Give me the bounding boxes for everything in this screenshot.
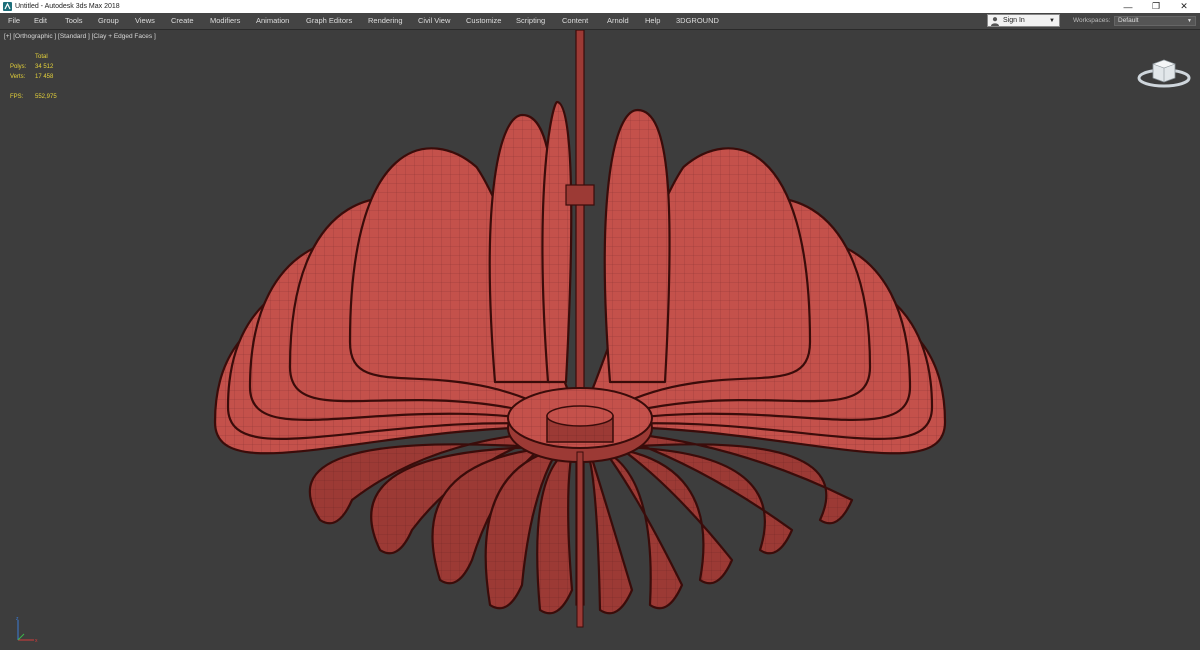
viewcube-icon[interactable] xyxy=(1136,54,1192,90)
minimize-button[interactable]: — xyxy=(1114,0,1142,13)
menu-views[interactable]: Views xyxy=(135,13,155,29)
hub-wireframe xyxy=(508,388,652,448)
restore-button[interactable]: ❐ xyxy=(1142,0,1170,13)
svg-text:z: z xyxy=(16,616,19,622)
workspaces-value: Default xyxy=(1118,17,1139,24)
sign-in-dropdown[interactable]: Sign In ▼ xyxy=(987,14,1060,27)
svg-text:x: x xyxy=(35,638,38,644)
window-title: Untitled - Autodesk 3ds Max 2018 xyxy=(15,3,120,10)
menu-customize[interactable]: Customize xyxy=(466,13,501,29)
menu-arnold[interactable]: Arnold xyxy=(607,13,629,29)
menu-civil-view[interactable]: Civil View xyxy=(418,13,450,29)
chevron-down-icon: ▼ xyxy=(1187,18,1192,24)
rod-collar xyxy=(565,184,595,206)
chevron-down-icon: ▼ xyxy=(1049,17,1055,24)
perspective-viewport[interactable]: [+] [Orthographic ] [Standard ] [Clay + … xyxy=(0,30,1200,650)
stats-polys-value: 34 512 xyxy=(35,64,54,70)
workspaces-label: Workspaces: xyxy=(1073,17,1111,24)
menu-3dground[interactable]: 3DGROUND xyxy=(676,13,719,29)
stats-verts-label: Verts: xyxy=(10,74,26,80)
menu-modifiers[interactable]: Modifiers xyxy=(210,13,240,29)
menu-help[interactable]: Help xyxy=(645,13,660,29)
menu-graph-editors[interactable]: Graph Editors xyxy=(306,13,352,29)
axis-tripod-icon: z x xyxy=(16,616,38,644)
close-button[interactable]: ✕ xyxy=(1170,0,1198,13)
menu-file[interactable]: File xyxy=(8,13,20,29)
menu-tools[interactable]: Tools xyxy=(65,13,83,29)
title-bar: Untitled - Autodesk 3ds Max 2018 xyxy=(0,0,1200,13)
3d-scene[interactable] xyxy=(0,30,1200,650)
stats-total-label: Total xyxy=(35,54,48,60)
menu-create[interactable]: Create xyxy=(171,13,194,29)
sign-in-label: Sign In xyxy=(1003,17,1025,24)
upright-petal-wireframe xyxy=(604,110,670,382)
stats-fps-label: FPS: xyxy=(10,94,24,100)
stats-polys-label: Polys: xyxy=(10,64,27,70)
viewport-label[interactable]: [+] [Orthographic ] [Standard ] [Clay + … xyxy=(4,33,156,40)
menu-animation[interactable]: Animation xyxy=(256,13,289,29)
workspaces-select[interactable]: Default ▼ xyxy=(1114,16,1196,26)
menu-content[interactable]: Content xyxy=(562,13,588,29)
menu-edit[interactable]: Edit xyxy=(34,13,47,29)
stats-fps-value: 552,975 xyxy=(35,94,57,100)
stats-verts-value: 17 458 xyxy=(35,74,54,80)
person-icon xyxy=(990,16,1000,26)
3dsmax-logo-icon xyxy=(3,2,12,11)
menu-scripting[interactable]: Scripting xyxy=(516,13,545,29)
rod-tip xyxy=(576,451,584,628)
menu-group[interactable]: Group xyxy=(98,13,119,29)
menu-rendering[interactable]: Rendering xyxy=(368,13,403,29)
